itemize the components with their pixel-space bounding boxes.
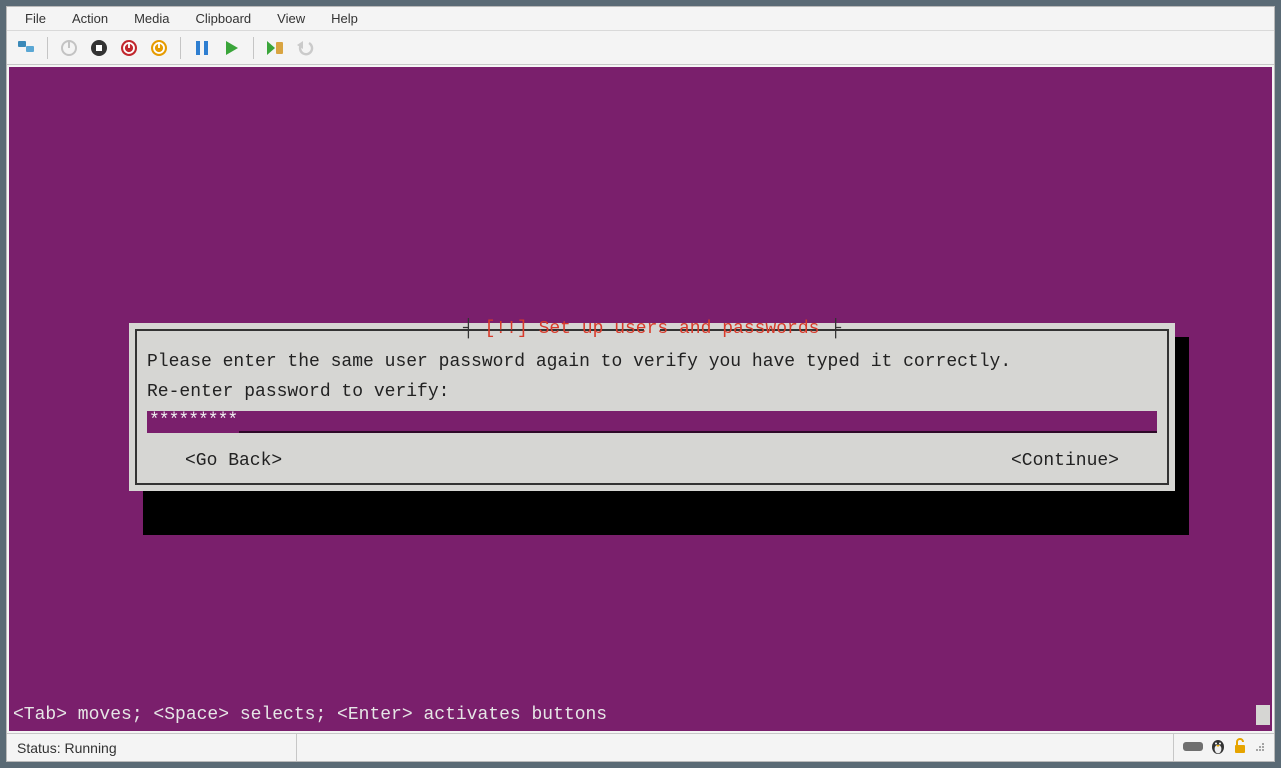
title-text: Set up users and passwords (528, 319, 830, 339)
menu-file[interactable]: File (13, 9, 58, 28)
status-empty-cell (297, 734, 1174, 761)
menu-help[interactable]: Help (319, 9, 370, 28)
reset-button[interactable] (219, 35, 245, 61)
title-bracket-open: ┤ (463, 319, 485, 339)
menu-action[interactable]: Action (60, 9, 120, 28)
hyperv-vmconnect-window: File Action Media Clipboard View Help (6, 6, 1275, 762)
password-input-row[interactable]: ********* (147, 411, 1157, 433)
status-text: Status: Running (7, 734, 297, 761)
password-input-remaining (239, 411, 1157, 433)
go-back-button[interactable]: <Go Back> (185, 451, 282, 471)
resize-grip-icon[interactable] (1254, 740, 1266, 756)
installer-dialog: ┤ [!!] Set up users and passwords ├ Plea… (129, 323, 1175, 491)
title-bracket-close: ├ (830, 319, 841, 339)
save-button[interactable] (146, 35, 172, 61)
penguin-icon (1210, 737, 1226, 758)
toolbar-separator (180, 37, 181, 59)
title-bangs: [!!] (485, 319, 528, 339)
guest-console[interactable]: ┤ [!!] Set up users and passwords ├ Plea… (9, 67, 1272, 731)
continue-button[interactable]: <Continue> (1011, 451, 1119, 471)
password-masked-value: ********* (147, 411, 239, 433)
turn-off-button[interactable] (86, 35, 112, 61)
dialog-button-row: <Go Back> <Continue> (147, 451, 1157, 471)
dialog-panel: ┤ [!!] Set up users and passwords ├ Plea… (129, 323, 1175, 491)
vm-display-container: ┤ [!!] Set up users and passwords ├ Plea… (7, 65, 1274, 733)
start-button-disabled (56, 35, 82, 61)
menu-clipboard[interactable]: Clipboard (184, 9, 264, 28)
status-tray (1174, 737, 1274, 758)
ctrl-alt-del-button[interactable] (13, 35, 39, 61)
menubar: File Action Media Clipboard View Help (7, 7, 1274, 31)
pause-button[interactable] (189, 35, 215, 61)
revert-button (292, 35, 318, 61)
lock-open-icon (1232, 737, 1248, 758)
keyboard-icon (1182, 739, 1204, 756)
shutdown-button[interactable] (116, 35, 142, 61)
keyboard-hint: <Tab> moves; <Space> selects; <Enter> ac… (13, 705, 1268, 725)
menu-view[interactable]: View (265, 9, 317, 28)
dialog-field-label: Re-enter password to verify: (147, 379, 1157, 407)
checkpoint-button[interactable] (262, 35, 288, 61)
menu-media[interactable]: Media (122, 9, 181, 28)
statusbar: Status: Running (7, 733, 1274, 761)
dialog-title: ┤ [!!] Set up users and passwords ├ (129, 319, 1175, 339)
console-cursor (1256, 705, 1270, 725)
dialog-instruction: Please enter the same user password agai… (147, 349, 1157, 377)
toolbar-separator (253, 37, 254, 59)
toolbar-separator (47, 37, 48, 59)
toolbar (7, 31, 1274, 65)
